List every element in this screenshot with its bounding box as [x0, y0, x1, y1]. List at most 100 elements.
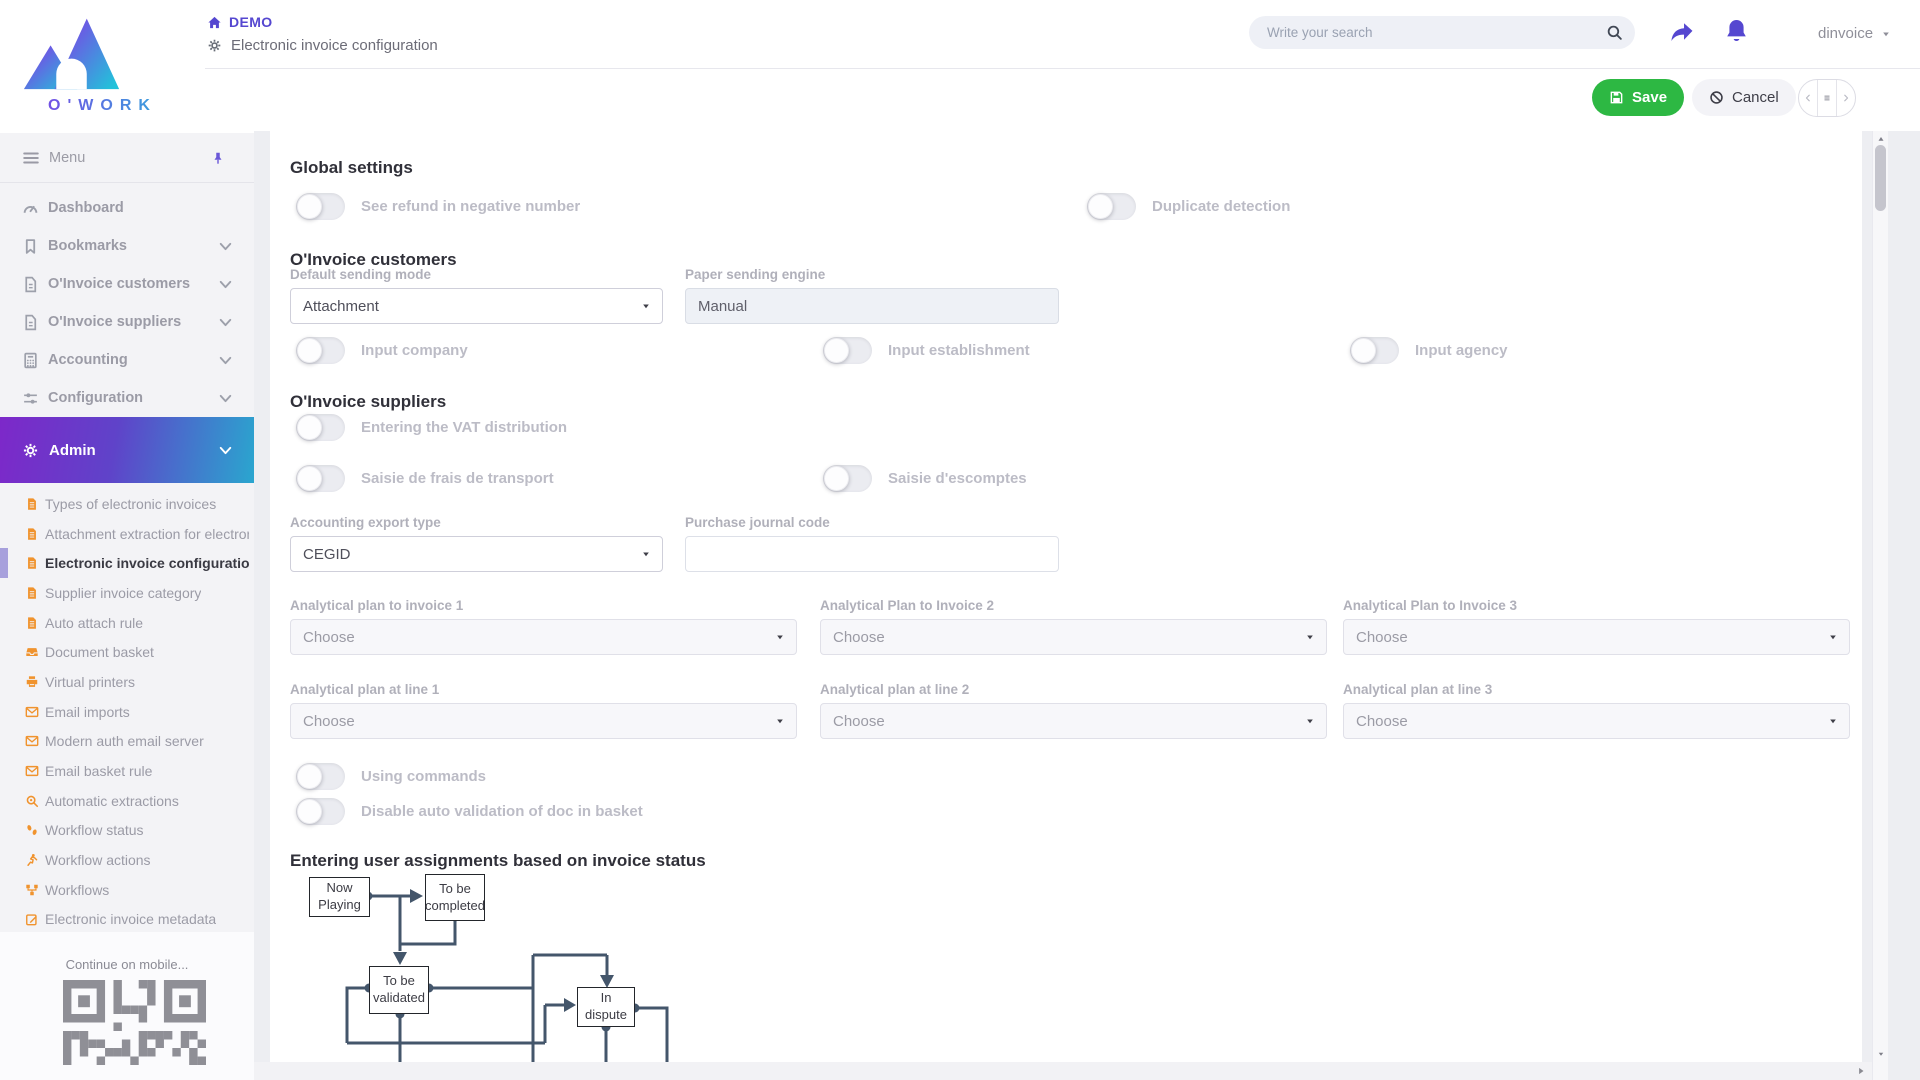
- toggle-knob: [297, 415, 322, 440]
- purchase-journal-code-field: Purchase journal code: [685, 515, 1059, 572]
- scroll-up-icon[interactable]: [1877, 135, 1885, 143]
- field-label: Purchase journal code: [685, 515, 1059, 530]
- home-icon: [207, 15, 222, 30]
- sidebar-item-label: Accounting: [48, 352, 128, 368]
- sidebar-item-label: Modern auth email server: [45, 733, 204, 749]
- footprints-icon: [25, 823, 39, 837]
- next-page-button[interactable]: [1837, 80, 1855, 116]
- toggle-label: Saisie d'escomptes: [888, 470, 1027, 487]
- prev-page-button[interactable]: [1799, 80, 1817, 116]
- sidebar-item-workflow-actions[interactable]: Workflow actions: [0, 845, 254, 875]
- sidebar-item-attachment-extraction[interactable]: Attachment extraction for electronic inv…: [0, 519, 254, 549]
- analytical-plan-line-2-select[interactable]: Choose: [820, 703, 1327, 739]
- caret-down-icon: [1305, 716, 1315, 726]
- workflow-node-now-playing[interactable]: Now Playing: [309, 877, 370, 917]
- analytical-plan-line-2-field: Analytical plan at line 2 Choose: [820, 682, 1327, 739]
- input-agency-toggle[interactable]: [1350, 337, 1399, 364]
- toggle-knob: [824, 338, 849, 363]
- document-icon: [25, 527, 39, 541]
- toggle-label: Input establishment: [888, 342, 1030, 359]
- toggle-row: See refund in negative number: [296, 193, 580, 220]
- save-label: Save: [1632, 89, 1667, 106]
- analytical-plan-invoice-3-select[interactable]: Choose: [1343, 619, 1850, 655]
- pin-icon[interactable]: [211, 151, 225, 165]
- bell-icon[interactable]: [1723, 17, 1750, 44]
- search-bar[interactable]: [1249, 16, 1635, 49]
- vat-distribution-toggle[interactable]: [296, 414, 345, 441]
- duplicate-detection-toggle[interactable]: [1087, 193, 1136, 220]
- sidebar-item-oinvoice-customers[interactable]: O'Invoice customers: [0, 265, 254, 303]
- sidebar-item-accounting[interactable]: Accounting: [0, 341, 254, 379]
- menu-label: Menu: [49, 150, 85, 166]
- sidebar-item-types-of-electronic-invoices[interactable]: Types of electronic invoices: [0, 489, 254, 519]
- horizontal-scrollbar[interactable]: [254, 1062, 1872, 1080]
- sidebar-item-automatic-extractions[interactable]: Automatic extractions: [0, 786, 254, 816]
- sidebar-item-oinvoice-suppliers[interactable]: O'Invoice suppliers: [0, 303, 254, 341]
- sidebar-item-workflow-status[interactable]: Workflow status: [0, 816, 254, 846]
- sidebar-item-modern-auth-email-server[interactable]: Modern auth email server: [0, 727, 254, 757]
- default-sending-mode-field: Default sending mode Attachment: [290, 267, 663, 324]
- sidebar-item-dashboard[interactable]: Dashboard: [0, 189, 254, 227]
- accounting-export-type-select[interactable]: CEGID: [290, 536, 663, 572]
- save-button[interactable]: Save: [1592, 79, 1684, 116]
- frais-transport-toggle[interactable]: [296, 465, 345, 492]
- sidebar-item-label: O'Invoice customers: [48, 276, 190, 292]
- sidebar-item-label: O'Invoice suppliers: [48, 314, 181, 330]
- toggle-knob: [297, 338, 322, 363]
- analytical-plan-invoice-2-field: Analytical Plan to Invoice 2 Choose: [820, 598, 1327, 655]
- sidebar-item-electronic-invoice-metadata[interactable]: Electronic invoice metadata: [0, 905, 254, 935]
- using-commands-toggle[interactable]: [296, 763, 345, 790]
- analytical-plan-line-1-field: Analytical plan at line 1 Choose: [290, 682, 797, 739]
- toggle-row: Saisie de frais de transport: [296, 465, 554, 492]
- vertical-scrollbar-thumb[interactable]: [1875, 145, 1886, 211]
- sidebar-item-label: Workflow actions: [45, 852, 151, 868]
- analytical-plan-line-3-select[interactable]: Choose: [1343, 703, 1850, 739]
- see-refund-toggle[interactable]: [296, 193, 345, 220]
- toggle-knob: [297, 764, 322, 789]
- workflow-node-to-be-validated[interactable]: To be validated: [369, 966, 429, 1014]
- chevron-down-icon: [217, 442, 234, 459]
- workflow-node-to-be-completed[interactable]: To be completed: [425, 874, 485, 921]
- sidebar-item-label: Electronic invoice metadata: [45, 911, 216, 927]
- sidebar-item-workflows[interactable]: Workflows: [0, 875, 254, 905]
- workflow-node-in-dispute[interactable]: In dispute: [577, 987, 635, 1027]
- field-label: Analytical plan at line 2: [820, 682, 1327, 697]
- analytical-plan-line-1-select[interactable]: Choose: [290, 703, 797, 739]
- input-establishment-toggle[interactable]: [823, 337, 872, 364]
- sidebar-item-admin[interactable]: Admin: [0, 417, 254, 483]
- user-menu[interactable]: dinvoice: [1818, 25, 1891, 42]
- sidebar-item-bookmarks[interactable]: Bookmarks: [0, 227, 254, 265]
- analytical-plan-invoice-2-select[interactable]: Choose: [820, 619, 1327, 655]
- sidebar-item-auto-attach-rule[interactable]: Auto attach rule: [0, 608, 254, 638]
- cancel-button[interactable]: Cancel: [1692, 79, 1796, 116]
- select-value: Choose: [1356, 629, 1408, 646]
- input-company-toggle[interactable]: [296, 337, 345, 364]
- file-icon: [22, 276, 39, 293]
- sidebar-item-configuration[interactable]: Configuration: [0, 379, 254, 417]
- menu-toggle[interactable]: Menu: [0, 133, 254, 183]
- sidebar-item-electronic-invoice-configuration[interactable]: Electronic invoice configuration: [0, 548, 254, 578]
- toggle-row: Disable auto validation of doc in basket: [296, 798, 643, 825]
- document-icon: [25, 586, 39, 600]
- vertical-scrollbar[interactable]: [1872, 131, 1888, 1080]
- toggle-label: Input company: [361, 342, 468, 359]
- sidebar-item-virtual-printers[interactable]: Virtual printers: [0, 667, 254, 697]
- sidebar-item-supplier-invoice-category[interactable]: Supplier invoice category: [0, 578, 254, 608]
- default-sending-mode-select[interactable]: Attachment: [290, 288, 663, 324]
- chevron-down-icon: [217, 352, 234, 369]
- disable-auto-validation-toggle[interactable]: [296, 798, 345, 825]
- scroll-down-icon[interactable]: [1877, 1050, 1885, 1058]
- search-input[interactable]: [1267, 25, 1606, 40]
- sidebar-item-email-imports[interactable]: Email imports: [0, 697, 254, 727]
- sidebar-item-email-basket-rule[interactable]: Email basket rule: [0, 756, 254, 786]
- scroll-right-icon[interactable]: [1856, 1066, 1866, 1076]
- analytical-plan-invoice-1-select[interactable]: Choose: [290, 619, 797, 655]
- page-list-button[interactable]: [1817, 80, 1837, 116]
- escomptes-toggle[interactable]: [823, 465, 872, 492]
- field-label: Paper sending engine: [685, 267, 1059, 282]
- purchase-journal-code-input[interactable]: [698, 546, 1046, 563]
- sidebar-item-document-basket[interactable]: Document basket: [0, 637, 254, 667]
- share-icon[interactable]: [1668, 19, 1695, 46]
- field-label: Accounting export type: [290, 515, 663, 530]
- search-icon[interactable]: [1606, 24, 1623, 41]
